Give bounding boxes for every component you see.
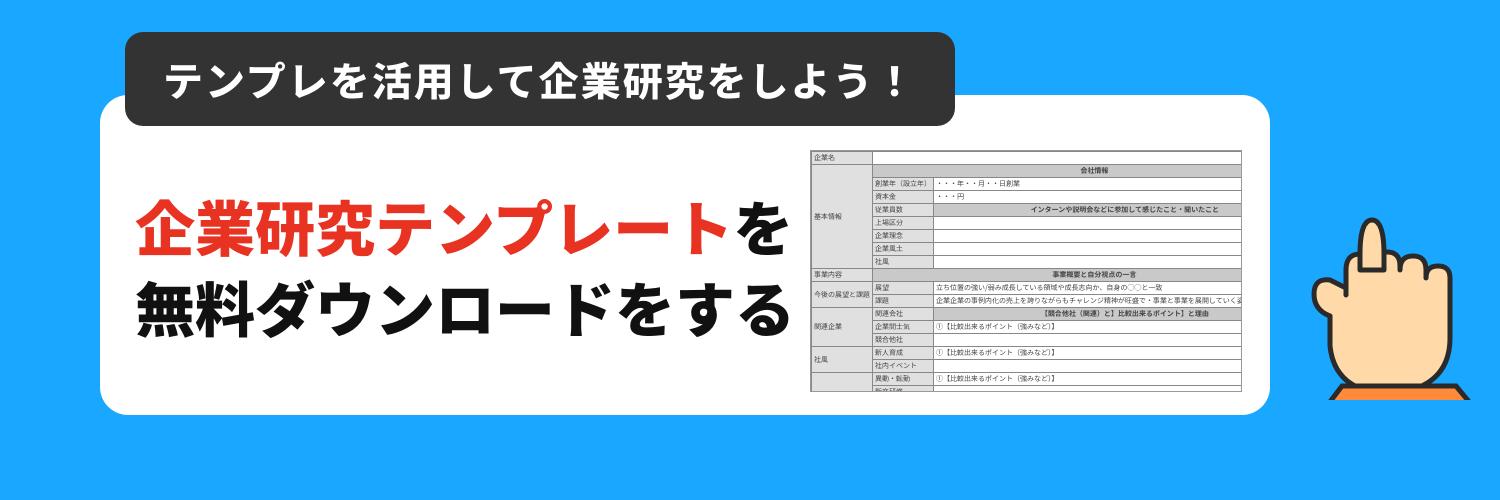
section-basic: 基本情報 (812, 165, 873, 269)
section-future: 今後の展望と課題 (812, 282, 873, 308)
headline: 企業研究テンプレートを 無料ダウンロードをする (135, 185, 795, 347)
section-culture: 社風 (812, 347, 873, 373)
headline-suffix: を (733, 182, 793, 269)
top-label-company: 企業名 (812, 152, 873, 165)
template-preview: 企業名 更新日 基本情報 会社情報 創業年（設立年）・・・年・・月・・日創業 資… (810, 150, 1242, 392)
subtitle-text: テンプレを活用して企業研究をしよう！ (163, 50, 917, 108)
template-table: 企業名 更新日 基本情報 会社情報 創業年（設立年）・・・年・・月・・日創業 資… (811, 151, 1242, 392)
section-biz: 事業内容 (812, 269, 873, 282)
subtitle-pill: テンプレを活用して企業研究をしよう！ (125, 32, 955, 126)
section-related: 関連企業 (812, 308, 873, 347)
click-hand-icon (1280, 170, 1480, 400)
banner-root[interactable]: テンプレを活用して企業研究をしよう！ 企業研究テンプレートを 無料ダウンロードを… (0, 0, 1500, 500)
headline-red: 企業研究テンプレート (135, 182, 733, 269)
section-career: キャリア形成 (812, 373, 873, 393)
headline-line2: 無料ダウンロードをする (135, 263, 795, 350)
